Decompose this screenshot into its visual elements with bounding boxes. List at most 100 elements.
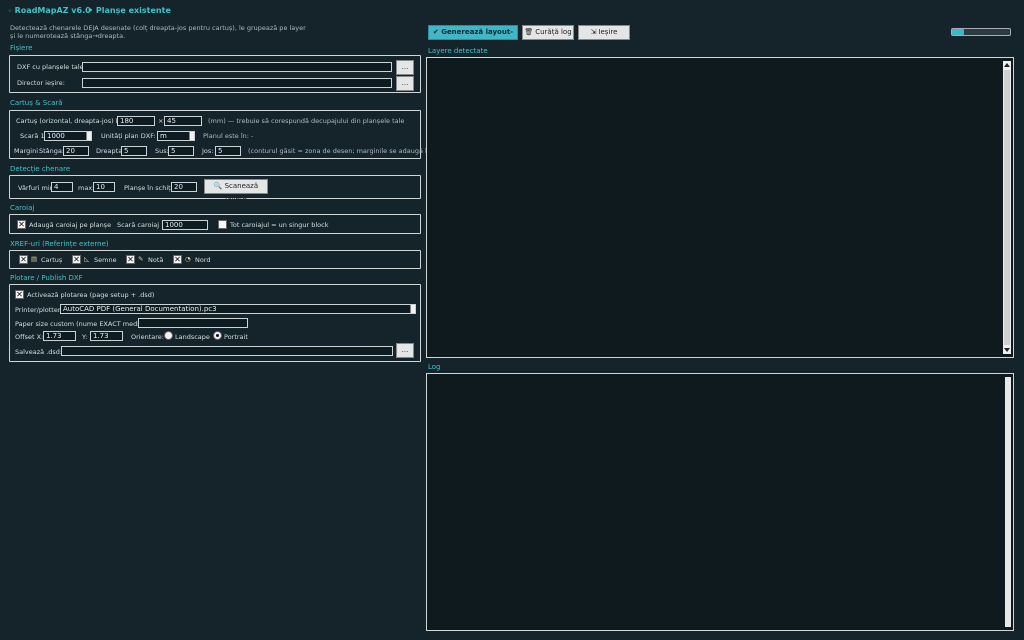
margin-top-input[interactable]: 5: [168, 146, 194, 156]
enable-plot-checkbox[interactable]: ✕: [15, 290, 24, 299]
add-grid-checkbox[interactable]: ✕: [17, 220, 26, 229]
compass-icon: ◔: [185, 255, 191, 263]
grid-scale-label: Scară caroiaj 1:: [117, 221, 168, 229]
offset-y-label: Y:: [82, 333, 88, 341]
cartus-height-input[interactable]: 45: [164, 116, 202, 126]
spinner-icon[interactable]: [86, 132, 91, 140]
layers-scrollbar[interactable]: [1003, 61, 1011, 354]
chevron-down-icon[interactable]: [189, 132, 194, 140]
xref-checkbox-0[interactable]: ✕: [19, 255, 28, 264]
clear-log-button[interactable]: 🗑 Curăță log: [522, 25, 574, 40]
landscape-label: Landscape: [175, 333, 210, 341]
max-vertices-label: max:: [78, 184, 95, 192]
chevron-down-icon[interactable]: [410, 305, 415, 313]
xref-label-2: Notă: [148, 256, 164, 264]
scroll-down-icon[interactable]: [1004, 348, 1010, 352]
xref-label-0: Cartuș: [41, 256, 63, 264]
scroll-up-icon[interactable]: [1004, 63, 1010, 67]
xref-checkbox-2[interactable]: ✕: [126, 255, 135, 264]
layers-title: Layere detectate: [428, 47, 488, 55]
margins-label: Margini: [14, 147, 39, 155]
portrait-radio[interactable]: [213, 331, 222, 340]
grid-scale-input[interactable]: 1000: [162, 220, 208, 230]
max-vertices-input[interactable]: 10: [93, 182, 115, 192]
margins-note: (conturul găsit = zona de desen; margini…: [248, 147, 445, 155]
grid-section-title: Caroiaj: [10, 204, 35, 212]
cartus-width-input[interactable]: 180: [117, 116, 155, 126]
offset-y-input[interactable]: 1.73: [90, 331, 123, 341]
progress-fill: [952, 29, 964, 35]
browse-dsd-button[interactable]: ...: [396, 343, 414, 358]
output-dir-label: Director ieșire:: [17, 79, 65, 87]
sketch-sheets-input[interactable]: 20: [171, 182, 197, 192]
single-block-checkbox[interactable]: [218, 220, 227, 229]
add-grid-label: Adaugă caroiaj pe planșe: [29, 221, 112, 229]
dsd-label: Salvează .dsd:: [15, 348, 63, 356]
dxf-label: DXF cu planșele tale:: [17, 63, 86, 71]
generate-layouts-button[interactable]: ✔ Generează layout-urile: [428, 25, 518, 49]
landscape-radio[interactable]: [164, 331, 173, 340]
cartus-section-title: Cartuș & Scară: [10, 99, 63, 107]
log-scrollbar[interactable]: [1005, 377, 1011, 627]
times-sign: ×: [158, 117, 164, 125]
paper-size-input[interactable]: [138, 318, 248, 328]
offset-x-input[interactable]: 1.73: [43, 331, 76, 341]
detect-section-title: Detecție chenare: [10, 165, 71, 173]
exit-label: Ieșire: [598, 28, 618, 36]
log-textarea[interactable]: [426, 373, 1014, 631]
margin-top-label: Sus:: [155, 147, 169, 155]
scale-spinbox[interactable]: 1000: [44, 131, 92, 141]
dsd-input[interactable]: [61, 346, 393, 356]
margin-bottom-input[interactable]: 5: [215, 146, 241, 156]
orientation-label: Orientare:: [131, 333, 164, 341]
door-icon: ⇲: [590, 28, 597, 36]
xref-label-3: Nord: [195, 256, 211, 264]
cartus-size-label: Cartuș (orizontal, dreapta-jos) L×Î:: [16, 117, 129, 125]
single-block-label: Tot caroiajul = un singur block: [230, 221, 329, 229]
page-title: • Planșe existente: [88, 6, 171, 15]
exit-button[interactable]: ⇲ Ieșire: [578, 25, 630, 40]
dxf-input[interactable]: [82, 62, 392, 72]
scan-layers-button[interactable]: 🔍 Scanează layere: [204, 179, 268, 203]
printer-value: AutoCAD PDF (General Documentation).pc3: [63, 305, 217, 313]
margin-left-label: Stânga:: [39, 147, 65, 155]
xref-label-1: Semne: [94, 256, 117, 264]
offset-x-label: Offset X:: [15, 333, 44, 341]
units-select[interactable]: m: [157, 131, 195, 141]
scale-value: 1000: [47, 132, 65, 140]
magnifier-icon: 🔍: [213, 182, 223, 190]
trash-icon: 🗑: [524, 28, 534, 36]
printer-select[interactable]: AutoCAD PDF (General Documentation).pc3: [60, 304, 416, 314]
xref-section-title: XREF-uri (Referințe externe): [10, 240, 109, 248]
browse-output-button[interactable]: ...: [396, 76, 414, 91]
progress-bar: [951, 28, 1011, 36]
files-section-title: Fișiere: [10, 44, 33, 52]
margin-right-input[interactable]: 5: [121, 146, 147, 156]
layers-list[interactable]: [426, 57, 1014, 358]
xref-group: [9, 250, 421, 269]
units-label: Unități plan DXF:: [101, 132, 156, 140]
description-line2: și le numerotează stânga→dreapta.: [10, 32, 126, 40]
app-logo-icon: ◦: [8, 8, 12, 15]
xref-checkbox-1[interactable]: ✕: [72, 255, 81, 264]
description-line1: Detectează chenarele DEJA desenate (colț…: [10, 24, 306, 32]
margin-left-input[interactable]: 20: [63, 146, 89, 156]
bullet-icon: •: [88, 6, 94, 15]
xref-checkbox-3[interactable]: ✕: [173, 255, 182, 264]
min-vertices-input[interactable]: 4: [51, 182, 73, 192]
plan-in-label: Planul este în: -: [203, 132, 254, 140]
plot-section-title: Plotare / Publish DXF: [10, 274, 83, 282]
scroll-thumb[interactable]: [1004, 70, 1010, 345]
log-title: Log: [428, 363, 441, 371]
units-value: m: [160, 132, 167, 140]
paper-size-label: Paper size custom (nume EXACT media):: [15, 320, 148, 328]
clear-log-label: Curăță log: [535, 28, 572, 36]
scale-label: Scară 1:: [20, 132, 47, 140]
browse-dxf-button[interactable]: ...: [396, 60, 414, 75]
portrait-label: Portrait: [224, 333, 248, 341]
app-title: ◦ RoadMapAZ v6.0: [8, 6, 91, 15]
output-dir-input[interactable]: [82, 78, 392, 88]
enable-plot-label: Activează plotarea (page setup + .dsd): [27, 291, 155, 299]
cartus-size-note: (mm) — trebuie să corespundă decupajului…: [208, 117, 405, 125]
document-icon: ▤: [31, 255, 38, 263]
